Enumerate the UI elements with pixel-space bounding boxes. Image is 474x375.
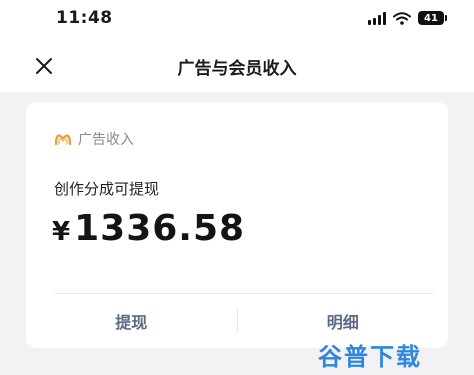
currency-symbol: ¥ — [52, 217, 71, 247]
watermark-logo: 谷普下载 — [318, 343, 422, 371]
battery-level: 41 — [424, 12, 438, 24]
signal-icon — [368, 11, 386, 25]
app-header: 11:48 41 广告与会员收入 — [0, 0, 474, 92]
income-card: 广告收入 创作分成可提现 ¥ 1336.58 提现 明细 — [26, 102, 448, 348]
brand-logo-icon — [54, 134, 72, 146]
status-time: 11:48 — [56, 8, 113, 28]
battery-icon: 41 — [418, 11, 447, 25]
status-bar: 11:48 41 — [0, 0, 474, 36]
page-title: 广告与会员收入 — [177, 59, 297, 79]
brand-label: 广告收入 — [78, 132, 134, 148]
earnings-label: 创作分成可提现 — [54, 180, 160, 198]
amount-value: 1336.58 — [74, 208, 246, 249]
status-icons: 41 — [368, 9, 447, 27]
brand-row: 广告收入 — [54, 129, 134, 149]
withdrawable-amount: ¥ 1336.58 — [52, 208, 245, 249]
nav-bar: 广告与会员收入 — [0, 46, 474, 86]
withdraw-button[interactable]: 提现 — [26, 294, 237, 348]
wifi-icon — [393, 11, 411, 25]
